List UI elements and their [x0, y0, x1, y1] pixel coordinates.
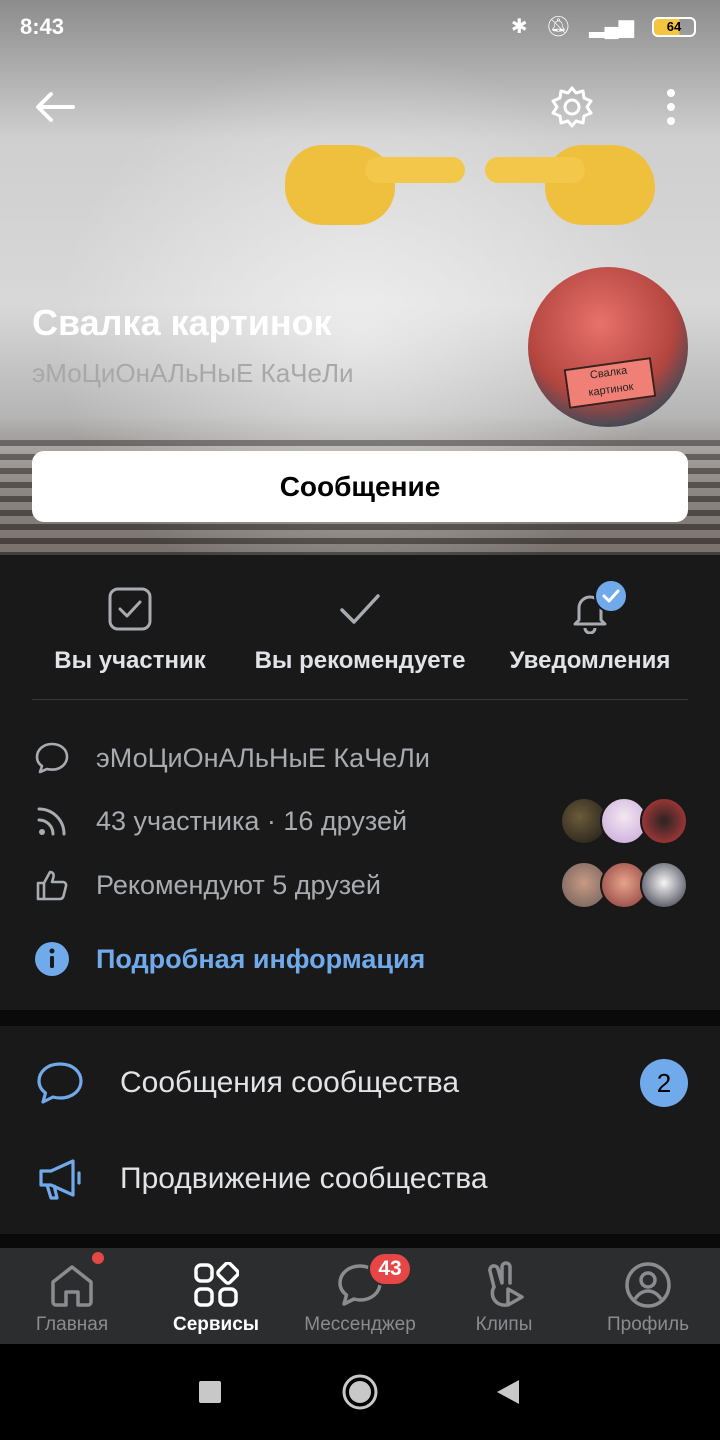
avatar [640, 861, 688, 909]
home-button[interactable] [340, 1372, 380, 1412]
circle-icon [342, 1374, 378, 1410]
actions-row: Вы участник Вы рекомендуете Уведомления [0, 555, 720, 700]
tab-messenger[interactable]: 43 Мессенджер [288, 1248, 432, 1344]
info-recommend-row[interactable]: Рекомендуют 5 друзей [32, 860, 688, 910]
messages-count-badge: 2 [640, 1059, 688, 1107]
community-messages-row[interactable]: Сообщения сообщества 2 [32, 1043, 688, 1123]
recommend-avatars [560, 861, 688, 909]
group-status: эМоЦиОнАЛьНыЕ КаЧеЛи [32, 358, 354, 388]
bluetooth-icon: ✱ [510, 16, 528, 38]
message-button[interactable]: Сообщение [32, 451, 688, 522]
section-separator [0, 1234, 720, 1248]
thumbs-up-icon [36, 870, 68, 901]
tab-home[interactable]: Главная [0, 1248, 144, 1344]
gear-icon [551, 86, 593, 128]
tab-profile[interactable]: Профиль [576, 1248, 720, 1344]
tab-services[interactable]: Сервисы [144, 1248, 288, 1344]
messenger-badge: 43 [368, 1252, 412, 1286]
check-icon [340, 594, 380, 624]
signal-icon: ▂▄▆ [589, 16, 634, 38]
back-nav-button[interactable] [488, 1372, 528, 1412]
system-navigation-bar [0, 1344, 720, 1440]
battery-icon: 64 [652, 16, 696, 37]
pointing-hand-right [480, 135, 655, 235]
triangle-back-icon [497, 1380, 519, 1404]
recommend-action[interactable]: Вы рекомендуете [240, 583, 480, 675]
avatar [640, 797, 688, 845]
details-link[interactable]: Подробная информация [96, 944, 425, 975]
details-link-row[interactable]: Подробная информация [32, 934, 688, 984]
checkbox-checked-icon [108, 587, 152, 631]
more-vertical-icon [667, 89, 675, 125]
info-members-row[interactable]: 43 участника · 16 друзей [32, 796, 688, 846]
rss-icon [37, 807, 66, 836]
check-circle-icon [594, 579, 628, 613]
info-icon [35, 942, 69, 976]
member-avatars [560, 797, 688, 845]
notifications-action[interactable]: Уведомления [490, 579, 690, 675]
group-title: Свалка картинок [32, 302, 332, 343]
status-time: 8:43 [20, 14, 65, 39]
megaphone-icon [39, 1159, 81, 1200]
tab-clips[interactable]: Клипы [432, 1248, 576, 1344]
mute-icon: 🔕︎ [545, 16, 572, 38]
notification-dot [92, 1252, 104, 1264]
square-icon [199, 1381, 221, 1403]
divider [32, 699, 688, 700]
status-bar: 8:43 ✱ 🔕︎ ▂▄▆ 64 [0, 0, 720, 52]
avatar-sign: Свалка картинок [563, 357, 657, 409]
profile-icon [625, 1262, 671, 1308]
community-promotion-row[interactable]: Продвижение сообщества [32, 1139, 688, 1219]
member-action[interactable]: Вы участник [40, 583, 220, 675]
back-button[interactable] [30, 82, 80, 132]
tab-bar: Главная Сервисы 43 Мессенджер Клипы Проф… [0, 1248, 720, 1344]
settings-button[interactable] [547, 82, 597, 132]
clips-icon [488, 1261, 524, 1307]
home-icon [51, 1265, 93, 1307]
section-separator [0, 1010, 720, 1026]
more-button[interactable] [646, 82, 696, 132]
chat-bubble-icon [35, 742, 69, 774]
group-avatar[interactable]: Свалка картинок [528, 267, 688, 427]
info-status-row: эМоЦиОнАЛьНыЕ КаЧеЛи [32, 733, 688, 783]
arrow-left-icon [36, 92, 75, 122]
message-bubble-icon [37, 1062, 83, 1104]
pointing-hand-left [285, 135, 465, 235]
services-grid-icon [194, 1262, 239, 1307]
recents-button[interactable] [190, 1372, 230, 1412]
